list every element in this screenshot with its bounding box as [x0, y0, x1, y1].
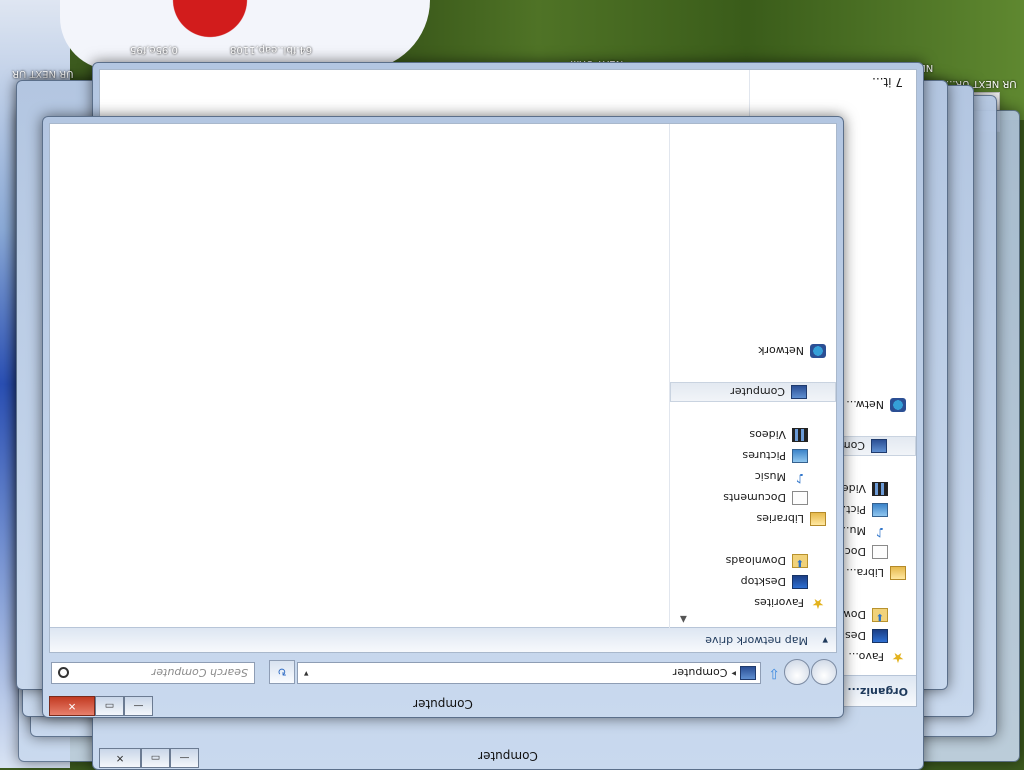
pictures-icon: [872, 503, 888, 517]
nav-music[interactable]: ♪ Music: [755, 468, 808, 486]
title-bar[interactable]: Computer — ▭ ✕: [93, 741, 923, 769]
window-title: Computer: [478, 749, 538, 763]
videos-icon: [872, 482, 888, 496]
nav-label: Downloads: [725, 554, 786, 568]
nav-favorites[interactable]: ★ Favo...: [848, 648, 906, 666]
title-bar[interactable]: Computer — ▭ ✕: [43, 689, 843, 717]
maximize-button[interactable]: ▭: [95, 696, 124, 716]
star-icon: ★: [811, 595, 825, 611]
command-bar: ▾ Map network drive: [50, 627, 836, 652]
maximize-button[interactable]: ▭: [141, 748, 170, 768]
recent-pages-arrow-icon[interactable]: ⇩: [768, 665, 780, 681]
documents-icon: [792, 491, 808, 505]
videos-icon: [792, 428, 808, 442]
nav-label: Computer: [730, 385, 785, 399]
search-icon[interactable]: [58, 667, 69, 679]
pictures-icon: [792, 449, 808, 463]
desktop-label[interactable]: UR NEXT UR: [12, 68, 73, 79]
nav-label: Libra...: [846, 566, 884, 580]
nav-label: Videos: [749, 428, 786, 442]
back-button[interactable]: [811, 659, 837, 685]
nav-network[interactable]: Network: [758, 342, 826, 360]
desktop-label[interactable]: 0,95e,f95: [130, 44, 178, 55]
desktop-icon: [872, 629, 888, 643]
computer-icon: [740, 666, 756, 680]
minimize-button[interactable]: —: [170, 748, 199, 768]
nav-documents[interactable]: Documents: [723, 489, 808, 507]
nav-favorites[interactable]: ★ Favorites: [754, 594, 826, 612]
nav-videos[interactable]: Videos: [749, 426, 808, 444]
minimize-button[interactable]: —: [124, 696, 153, 716]
documents-icon: [872, 545, 888, 559]
downloads-icon: [792, 554, 808, 568]
refresh-button[interactable]: ↻: [269, 660, 295, 684]
navigation-row: ⇩ ▸ Computer ▾ ↻ Search Computer: [49, 659, 837, 685]
computer-icon: [871, 439, 887, 453]
libraries-icon: [890, 566, 906, 580]
details-item-count: 7 it...: [872, 75, 903, 89]
chevron-right-icon[interactable]: ▸: [731, 668, 736, 678]
scroll-up-arrow[interactable]: ▲: [680, 614, 687, 624]
nav-label: Network: [758, 344, 804, 358]
nav-libraries[interactable]: Libra...: [846, 564, 906, 582]
nav-desktop[interactable]: Desktop: [741, 573, 808, 591]
nav-label: Libraries: [756, 512, 804, 526]
search-input[interactable]: Search Computer: [51, 662, 255, 684]
desktop-icon: [792, 575, 808, 589]
organize-button[interactable]: ▾: [822, 634, 828, 647]
star-icon: ★: [891, 649, 905, 665]
nav-label: Desktop: [740, 575, 786, 589]
chevron-down-icon[interactable]: ▾: [304, 668, 309, 678]
forward-button[interactable]: [784, 659, 810, 685]
content-pane: ▾ Map network drive ▲ ★ Favorites Desktop…: [49, 123, 837, 653]
music-icon: ♪: [795, 470, 805, 485]
breadcrumb-computer[interactable]: Computer: [673, 667, 728, 680]
nav-network[interactable]: Netw...: [846, 396, 906, 414]
close-button[interactable]: ✕: [49, 696, 95, 716]
organize-menu[interactable]: Organiz...: [847, 685, 908, 698]
nav-label: Favo...: [848, 650, 884, 664]
nav-label: Netw...: [846, 398, 884, 412]
close-button[interactable]: ✕: [99, 748, 141, 768]
libraries-icon: [810, 512, 826, 526]
caption-buttons: — ▭ ✕: [49, 696, 153, 716]
window-title: Computer: [413, 697, 473, 711]
nav-label: Music: [754, 470, 786, 484]
nav-label: Pictures: [742, 449, 786, 463]
caption-buttons: — ▭ ✕: [99, 748, 199, 768]
network-icon: [810, 344, 826, 358]
address-bar[interactable]: ▸ Computer ▾: [297, 662, 761, 684]
search-placeholder: Search Computer: [151, 666, 248, 680]
nav-music[interactable]: ♪ Mu...: [839, 522, 888, 540]
nav-label: Documents: [723, 491, 786, 505]
nav-libraries[interactable]: Libraries: [756, 510, 826, 528]
desktop-label[interactable]: 64.fbl..eap,1108: [230, 44, 312, 55]
file-list-area[interactable]: [50, 124, 670, 628]
nav-downloads[interactable]: Downloads: [726, 552, 808, 570]
nav-computer[interactable]: Computer: [670, 382, 836, 402]
map-network-drive-button[interactable]: Map network drive: [705, 634, 808, 647]
computer-icon: [791, 385, 807, 399]
nav-label: Favorites: [754, 596, 804, 610]
network-icon: [890, 398, 906, 412]
navigation-pane: ▲ ★ Favorites Desktop Downloads Libraries…: [669, 124, 836, 628]
downloads-icon: [872, 608, 888, 622]
nav-pictures[interactable]: Pictures: [742, 447, 808, 465]
explorer-window-computer[interactable]: Computer — ▭ ✕ ⇩ ▸ Computer ▾ ↻ Search C…: [42, 116, 844, 718]
music-icon: ♪: [875, 524, 885, 539]
